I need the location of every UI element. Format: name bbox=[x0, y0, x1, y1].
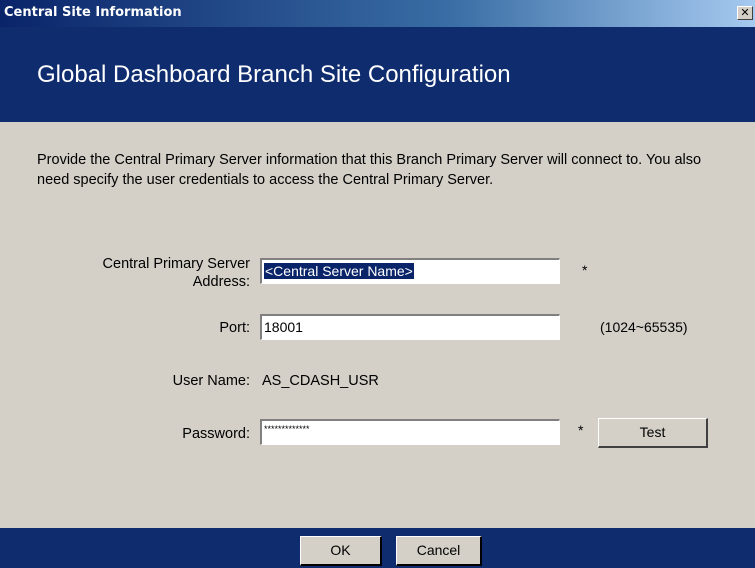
port-range-hint: (1024~65535) bbox=[600, 319, 688, 335]
close-button[interactable]: ✕ bbox=[737, 6, 753, 20]
close-icon: ✕ bbox=[740, 6, 750, 19]
password-label: Password: bbox=[182, 426, 250, 442]
username-value: AS_CDASH_USR bbox=[262, 373, 379, 389]
server-address-input[interactable]: <Central Server Name> bbox=[260, 258, 560, 284]
port-label: Port: bbox=[219, 320, 250, 336]
password-value: ************* bbox=[264, 424, 310, 434]
cancel-button-label: Cancel bbox=[416, 542, 461, 558]
server-address-value: <Central Server Name> bbox=[264, 263, 414, 279]
test-button[interactable]: Test bbox=[598, 418, 708, 448]
required-marker-password: * bbox=[578, 422, 584, 438]
server-address-label-line2: Address: bbox=[192, 274, 250, 290]
server-address-label: Central Primary Server Address: bbox=[40, 255, 250, 291]
title-bar[interactable]: Central Site Information ✕ bbox=[0, 0, 755, 27]
server-address-label-line1: Central Primary Server bbox=[102, 256, 250, 272]
password-input[interactable]: ************* bbox=[260, 419, 560, 445]
window-title: Central Site Information bbox=[4, 5, 182, 20]
ok-button-label: OK bbox=[330, 542, 351, 558]
port-value: 18001 bbox=[264, 319, 303, 335]
dialog-window: Central Site Information ✕ Global Dashbo… bbox=[0, 0, 755, 568]
test-button-label: Test bbox=[639, 424, 666, 440]
username-label: User Name: bbox=[172, 373, 250, 389]
cancel-button[interactable]: Cancel bbox=[396, 536, 482, 566]
port-input[interactable]: 18001 bbox=[260, 314, 560, 340]
intro-text: Provide the Central Primary Server infor… bbox=[37, 152, 702, 188]
page-title: Global Dashboard Branch Site Configurati… bbox=[37, 61, 511, 88]
ok-button[interactable]: OK bbox=[300, 536, 382, 566]
required-marker-server: * bbox=[582, 262, 588, 278]
header-banner: Global Dashboard Branch Site Configurati… bbox=[0, 27, 755, 122]
